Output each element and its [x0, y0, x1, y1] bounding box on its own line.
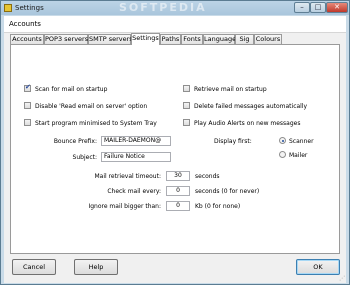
tab-sig[interactable]: Sig [235, 34, 254, 44]
app-icon [4, 4, 12, 12]
settings-panel: ✔ Scan for mail on startup Disable 'Read… [10, 44, 340, 254]
check-every-input[interactable]: 0 [166, 186, 190, 196]
ignore-bigger-input[interactable]: 0 [166, 201, 190, 211]
tab-smtp-servers[interactable]: SMTP servers [88, 34, 133, 44]
play-audio-checkbox[interactable] [183, 119, 190, 126]
maximize-button[interactable]: □ [310, 2, 326, 13]
resize-grip-icon[interactable]: ⋰ [339, 275, 345, 282]
scanner-radio[interactable] [279, 137, 286, 144]
disable-read-email-label: Disable 'Read email on server' option [35, 103, 148, 110]
cancel-button[interactable]: Cancel [12, 259, 56, 275]
start-minimised-label: Start program minimised to System Tray [35, 120, 157, 127]
ignore-bigger-label: Ignore mail bigger than: [88, 203, 161, 210]
mailer-radio[interactable] [279, 151, 286, 158]
bounce-prefix-input[interactable]: MAILER-DAEMON@ [101, 136, 171, 146]
scan-on-startup-label: Scan for mail on startup [35, 86, 108, 93]
tab-language[interactable]: Language [203, 34, 236, 44]
minimize-button[interactable]: – [294, 2, 310, 13]
tab-accounts[interactable]: Accounts [10, 34, 44, 44]
title-bar[interactable]: Settings SOFTPEDIA – □ ✕ [1, 1, 349, 15]
display-first-label: Display first: [214, 138, 252, 145]
settings-window: Settings SOFTPEDIA – □ ✕ Accounts Accoun… [0, 0, 350, 285]
page-title: Accounts [9, 20, 41, 28]
subject-label: Subject: [72, 154, 97, 161]
close-button[interactable]: ✕ [326, 2, 348, 13]
check-every-label: Check mail every: [107, 188, 161, 195]
subject-input[interactable]: Failure Notice [101, 152, 171, 162]
watermark: SOFTPEDIA [119, 1, 207, 14]
tab-fonts[interactable]: Fonts [181, 34, 203, 44]
bounce-prefix-label: Bounce Prefix: [53, 138, 97, 145]
help-button[interactable]: Help [74, 259, 118, 275]
start-minimised-checkbox[interactable] [24, 119, 31, 126]
mailer-radio-label: Mailer [289, 152, 308, 159]
retrieve-on-startup-checkbox[interactable] [183, 85, 190, 92]
header-panel: Accounts [4, 16, 346, 33]
window-title: Settings [15, 4, 44, 12]
retrieval-timeout-input[interactable]: 30 [166, 171, 190, 181]
tab-colours[interactable]: Colours [254, 34, 282, 44]
tab-pop3-servers[interactable]: POP3 servers [44, 34, 88, 44]
delete-failed-checkbox[interactable] [183, 102, 190, 109]
play-audio-label: Play Audio Alerts on new messages [194, 120, 301, 127]
retrieve-on-startup-label: Retrieve mail on startup [194, 86, 267, 93]
check-every-unit: seconds (0 for never) [195, 188, 260, 195]
disable-read-email-checkbox[interactable] [24, 102, 31, 109]
dialog-client: Accounts Accounts POP3 servers SMTP serv… [4, 16, 346, 283]
ok-button[interactable]: OK [296, 259, 340, 275]
check-mark-icon: ✔ [25, 83, 31, 91]
retrieval-timeout-unit: seconds [195, 173, 220, 180]
tab-settings[interactable]: Settings [131, 33, 160, 45]
delete-failed-label: Delete failed messages automatically [194, 103, 308, 110]
tab-paths[interactable]: Paths [160, 34, 181, 44]
ignore-bigger-unit: Kb (0 for none) [195, 203, 241, 210]
scan-on-startup-checkbox[interactable]: ✔ [24, 83, 31, 92]
retrieval-timeout-label: Mail retrieval timeout: [94, 173, 161, 180]
scanner-radio-label: Scanner [289, 138, 314, 145]
